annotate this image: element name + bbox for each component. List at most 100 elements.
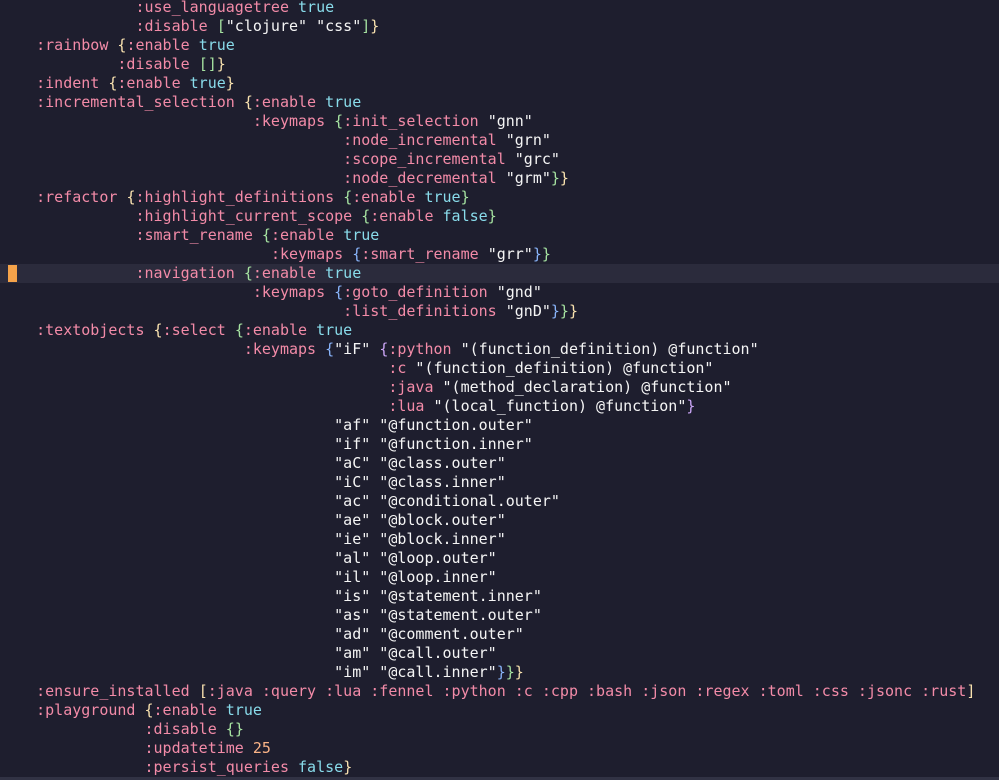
code-token: } bbox=[514, 663, 524, 681]
code-line[interactable]: :java "(method_declaration) @function" bbox=[0, 378, 999, 397]
code-line[interactable]: :use_languagetree true bbox=[0, 0, 999, 17]
code-token: ] bbox=[966, 682, 976, 700]
code-token: } bbox=[568, 302, 578, 320]
code-token: :navigation bbox=[135, 264, 235, 282]
code-text: "ac" "@conditional.outer" bbox=[0, 492, 560, 511]
code-line[interactable]: "ad" "@comment.outer" bbox=[0, 625, 999, 644]
code-line[interactable]: "im" "@call.inner"}}} bbox=[0, 663, 999, 682]
code-text: :disable ["clojure" "css"]} bbox=[0, 17, 379, 36]
code-line[interactable]: "ac" "@conditional.outer" bbox=[0, 492, 999, 511]
code-text: :ensure_installed [:java :query :lua :fe… bbox=[0, 682, 975, 701]
code-token: "@statement.inner" bbox=[379, 587, 542, 605]
code-token: "@class.outer" bbox=[379, 454, 506, 472]
code-line[interactable]: :highlight_current_scope {:enable false} bbox=[0, 207, 999, 226]
code-line[interactable]: "af" "@function.outer" bbox=[0, 416, 999, 435]
code-token: :ensure_installed bbox=[36, 682, 190, 700]
code-line[interactable]: :c "(function_definition) @function" bbox=[0, 359, 999, 378]
code-token: { bbox=[261, 226, 271, 244]
code-token: :incremental_selection bbox=[36, 93, 235, 111]
code-token: ] bbox=[207, 55, 217, 73]
code-line[interactable]: :lua "(local_function) @function"} bbox=[0, 397, 999, 416]
code-line[interactable]: "al" "@loop.outer" bbox=[0, 549, 999, 568]
code-line[interactable]: "ie" "@block.inner" bbox=[0, 530, 999, 549]
code-token: "iC" bbox=[334, 473, 371, 491]
code-editor[interactable]: :use_languagetree true :disable ["clojur… bbox=[0, 0, 999, 780]
code-token: "@function.inner" bbox=[379, 435, 533, 453]
code-token: "clojure" bbox=[225, 17, 308, 35]
code-line[interactable]: :keymaps {:goto_definition "gnd" bbox=[0, 283, 999, 302]
code-line[interactable]: :refactor {:highlight_definitions {:enab… bbox=[0, 188, 999, 207]
code-line[interactable]: :updatetime 25 bbox=[0, 739, 999, 758]
code-line[interactable]: :textobjects {:select {:enable true bbox=[0, 321, 999, 340]
code-line[interactable]: "iC" "@class.inner" bbox=[0, 473, 999, 492]
code-token: "(function_definition) @function" bbox=[460, 340, 759, 358]
code-token: :scope_incremental bbox=[343, 150, 506, 168]
code-token: :enable bbox=[243, 321, 308, 339]
code-text: :rainbow {:enable true bbox=[0, 36, 235, 55]
code-text: "ae" "@block.outer" bbox=[0, 511, 506, 530]
code-line[interactable]: :keymaps {:init_selection "gnn" bbox=[0, 112, 999, 131]
code-line[interactable]: "if" "@function.inner" bbox=[0, 435, 999, 454]
code-line[interactable]: :keymaps {:smart_rename "grr"}} bbox=[0, 245, 999, 264]
code-text: :refactor {:highlight_definitions {:enab… bbox=[0, 188, 470, 207]
code-line[interactable]: "am" "@call.outer" bbox=[0, 644, 999, 663]
code-line[interactable]: :incremental_selection {:enable true bbox=[0, 93, 999, 112]
code-line[interactable]: :disable []} bbox=[0, 55, 999, 74]
code-token: { bbox=[361, 207, 371, 225]
code-text: :node_decremental "grm"}} bbox=[0, 169, 569, 188]
code-token: :disable bbox=[117, 55, 190, 73]
code-line[interactable]: :scope_incremental "grc" bbox=[0, 150, 999, 169]
code-token: } bbox=[216, 55, 226, 73]
code-line[interactable]: :smart_rename {:enable true bbox=[0, 226, 999, 245]
code-line[interactable]: :playground {:enable true bbox=[0, 701, 999, 720]
code-line[interactable]: "is" "@statement.inner" bbox=[0, 587, 999, 606]
code-line[interactable]: :list_definitions "gnD"}}} bbox=[0, 302, 999, 321]
code-token: :disable bbox=[135, 17, 208, 35]
code-token: true bbox=[189, 74, 226, 92]
code-line[interactable]: :keymaps {"iF" {:python "(function_defin… bbox=[0, 340, 999, 359]
code-token: :textobjects bbox=[36, 321, 145, 339]
code-text: :highlight_current_scope {:enable false} bbox=[0, 207, 496, 226]
code-token: { bbox=[243, 264, 253, 282]
code-line[interactable]: :persist_queries false} bbox=[0, 758, 999, 777]
code-line[interactable]: "il" "@loop.inner" bbox=[0, 568, 999, 587]
code-line[interactable]: :indent {:enable true} bbox=[0, 74, 999, 93]
code-line[interactable]: :rainbow {:enable true bbox=[0, 36, 999, 55]
code-token: :enable bbox=[126, 36, 190, 54]
code-token: :node_decremental bbox=[343, 169, 497, 187]
code-token: "ae" bbox=[334, 511, 371, 529]
code-token: [ bbox=[198, 55, 208, 73]
code-text: :playground {:enable true bbox=[0, 701, 262, 720]
code-line[interactable]: :disable ["clojure" "css"]} bbox=[0, 17, 999, 36]
code-line[interactable]: "aC" "@class.outer" bbox=[0, 454, 999, 473]
current-code-line[interactable]: :navigation {:enable true bbox=[0, 264, 999, 283]
code-line[interactable]: :node_incremental "grn" bbox=[0, 131, 999, 150]
code-line[interactable]: "as" "@statement.outer" bbox=[0, 606, 999, 625]
code-text: :textobjects {:select {:enable true bbox=[0, 321, 352, 340]
code-line[interactable]: "ae" "@block.outer" bbox=[0, 511, 999, 530]
code-text: "iC" "@class.inner" bbox=[0, 473, 506, 492]
code-line[interactable]: :ensure_installed [:java :query :lua :fe… bbox=[0, 682, 999, 701]
code-token: :persist_queries bbox=[144, 758, 290, 776]
code-line[interactable]: :disable {} bbox=[0, 720, 999, 739]
code-line[interactable]: :node_decremental "grm"}} bbox=[0, 169, 999, 188]
